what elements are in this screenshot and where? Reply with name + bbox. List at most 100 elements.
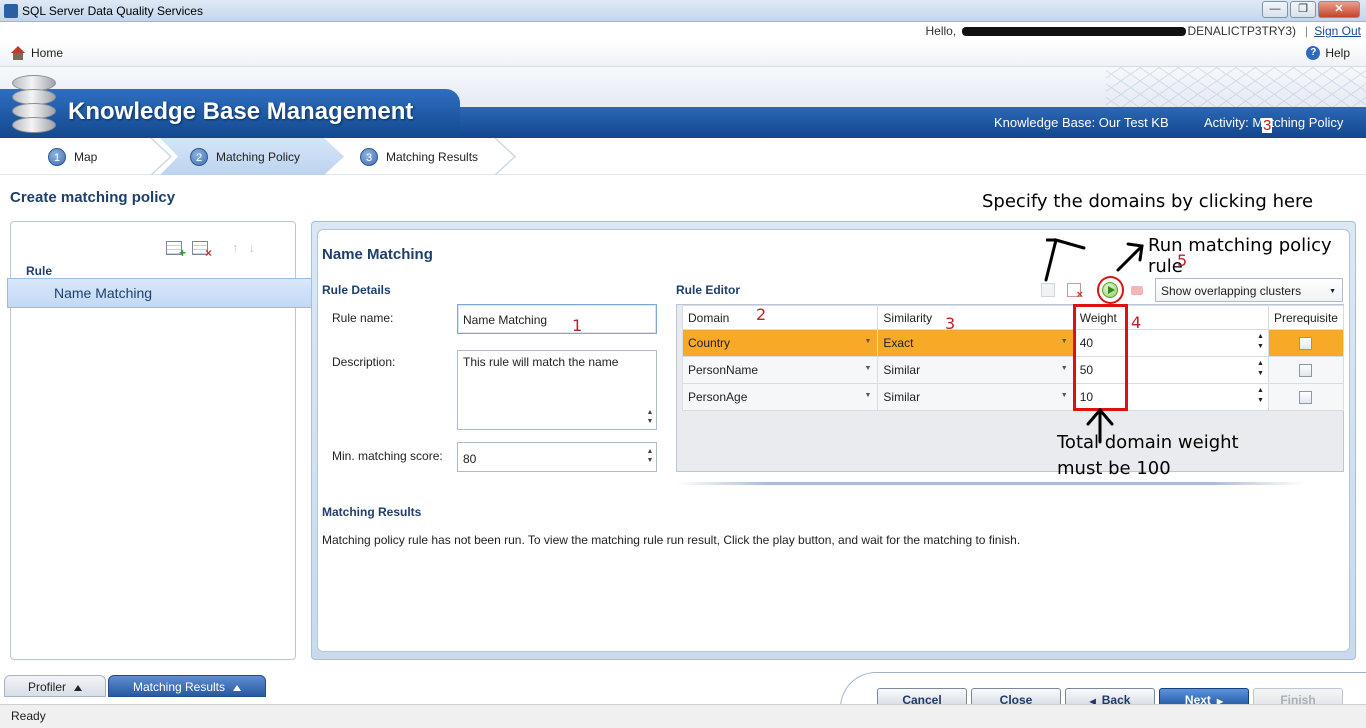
move-up-icon[interactable]: ↑	[232, 240, 239, 255]
step-label: Map	[74, 149, 98, 164]
annotation-number-3: 3	[945, 314, 956, 333]
home-icon	[10, 46, 26, 60]
rule-editor-grid: Domain Similarity Weight Prerequisite Co…	[676, 304, 1345, 472]
user-bar: Hello, DENALICTP3TRY3) | Sign Out	[0, 22, 1366, 40]
domain-cell[interactable]: PersonAge ▼	[681, 383, 879, 411]
status-bar: Ready	[0, 704, 1366, 728]
prerequisite-checkbox[interactable]	[1299, 390, 1313, 404]
chevron-down-icon: ▼	[864, 338, 872, 345]
chevron-up-icon	[233, 684, 242, 691]
delete-rule-icon[interactable]	[192, 240, 212, 260]
domain-cell[interactable]: PersonName ▼	[681, 356, 879, 384]
tab-matching-results[interactable]: Matching Results	[108, 675, 266, 697]
column-domain[interactable]: Domain	[681, 305, 879, 330]
server-name: DENALICTP3TRY3)	[1187, 24, 1296, 38]
annotation-number-5: 5	[1177, 251, 1188, 270]
restore-button[interactable]: ❐	[1290, 1, 1316, 18]
rule-name-label: Rule name:	[332, 311, 394, 325]
prerequisite-cell	[1267, 329, 1345, 357]
min-score-value: 80	[463, 452, 477, 466]
window-controls: — ❐ ✕	[1262, 1, 1360, 18]
database-icon	[12, 75, 56, 133]
domain-value: PersonName	[688, 363, 759, 377]
annotation-arrows	[1044, 238, 1144, 444]
domain-value: Country	[688, 336, 731, 350]
rule-name-input[interactable]: Name Matching	[457, 304, 657, 334]
page-title: Create matching policy	[10, 189, 176, 206]
help-link[interactable]: ? Help	[1306, 46, 1350, 60]
tab-matching-results-label: Matching Results	[132, 680, 226, 694]
prerequisite-checkbox[interactable]	[1299, 363, 1313, 377]
wizard-steps: 1 Map 2 Matching Policy 3 Matching Resul…	[0, 138, 1366, 175]
move-down-icon[interactable]: ↓	[249, 240, 256, 255]
description-text: This rule will match the name	[463, 355, 619, 369]
annotation-number-2: 2	[756, 305, 767, 324]
separator: |	[1304, 24, 1308, 38]
table-row[interactable]: Country ▼ Exact ▼ 40 ▲ ▼	[681, 329, 1345, 357]
similarity-value: Similar	[883, 390, 921, 404]
cluster-view-value: Show overlapping clusters	[1161, 284, 1302, 298]
column-prerequisite[interactable]: Prerequisite	[1267, 305, 1345, 330]
rules-panel: ↑ ↓ Rule Name Matching	[7, 221, 314, 660]
tab-profiler-label: Profiler	[27, 680, 66, 694]
description-label: Description:	[332, 355, 396, 369]
weight-stepper-arrows[interactable]: ▲ ▼	[1257, 386, 1264, 406]
scroll-arrows[interactable]: ▲ ▼	[646, 408, 654, 426]
title-bar: SQL Server Data Quality Services — ❐ ✕	[0, 0, 1366, 22]
rules-toolbar: ↑ ↓	[166, 240, 256, 260]
section-divider	[676, 482, 1304, 485]
chevron-up-icon	[74, 684, 82, 691]
rule-item-name-matching[interactable]: Name Matching	[7, 278, 314, 308]
minimize-button[interactable]: —	[1262, 1, 1288, 18]
weight-stepper-arrows[interactable]: ▲ ▼	[1257, 359, 1264, 379]
rule-list-header: Rule	[26, 264, 53, 278]
home-label: Home	[31, 46, 64, 60]
step-matching-policy[interactable]: 2 Matching Policy	[190, 138, 300, 175]
step-number: 3	[360, 147, 378, 166]
app-icon	[4, 4, 18, 18]
annotation-number-3-banner: 3	[1262, 117, 1273, 134]
cluster-view-select[interactable]: Show overlapping clusters ▼	[1155, 278, 1343, 302]
rule-title: Name Matching	[322, 246, 433, 263]
greeting-text: Hello,	[925, 24, 957, 38]
domain-value: PersonAge	[688, 390, 748, 404]
prerequisite-cell	[1267, 383, 1345, 411]
step-separator	[494, 138, 516, 175]
prerequisite-checkbox[interactable]	[1299, 336, 1313, 350]
table-header-row: Domain Similarity Weight Prerequisite	[681, 305, 1345, 330]
step-matching-results[interactable]: 3 Matching Results	[360, 138, 478, 175]
description-textarea[interactable]: This rule will match the name ▲ ▼	[457, 350, 657, 430]
chevron-down-icon: ▼	[1329, 288, 1336, 295]
step-number: 1	[48, 147, 66, 166]
status-text: Ready	[11, 709, 46, 723]
knowledge-base-label: Knowledge Base: Our Test KB	[994, 115, 1169, 130]
domain-cell[interactable]: Country ▼	[681, 329, 879, 357]
step-label: Matching Policy	[216, 149, 301, 164]
add-rule-icon[interactable]	[166, 240, 186, 260]
matching-results-heading: Matching Results	[322, 505, 422, 519]
rule-editor-heading: Rule Editor	[676, 283, 741, 297]
chevron-down-icon: ▼	[864, 365, 872, 372]
table-row[interactable]: PersonAge ▼ Similar ▼ 10 ▲ ▼	[681, 383, 1345, 411]
similarity-value: Similar	[883, 363, 921, 377]
min-score-label: Min. matching score:	[332, 449, 443, 463]
help-icon: ?	[1306, 46, 1321, 60]
weight-stepper-arrows[interactable]: ▲ ▼	[1257, 332, 1264, 352]
step-label: Matching Results	[386, 149, 479, 164]
home-link[interactable]: Home	[10, 46, 63, 60]
sign-out-link[interactable]: Sign Out	[1314, 24, 1361, 38]
chevron-down-icon: ▼	[864, 392, 872, 399]
domain-table: Domain Similarity Weight Prerequisite Co…	[681, 305, 1345, 411]
min-score-stepper[interactable]: 80 ▲ ▼	[457, 442, 657, 472]
redacted-username	[961, 27, 1186, 37]
close-window-button[interactable]: ✕	[1318, 1, 1360, 18]
step-map[interactable]: 1 Map	[48, 138, 97, 175]
annotation-total-weight-2: must be 100	[1057, 458, 1171, 479]
activity-label: Activity: Matching Policy	[1204, 115, 1344, 130]
stepper-arrows[interactable]: ▲ ▼	[646, 447, 654, 465]
window-title: SQL Server Data Quality Services	[22, 4, 203, 18]
tab-profiler[interactable]: Profiler	[4, 675, 106, 697]
rule-details-heading: Rule Details	[322, 283, 391, 297]
annotation-specify-domains: Specify the domains by clicking here	[982, 191, 1314, 212]
table-row[interactable]: PersonName ▼ Similar ▼ 50 ▲ ▼	[681, 356, 1345, 384]
